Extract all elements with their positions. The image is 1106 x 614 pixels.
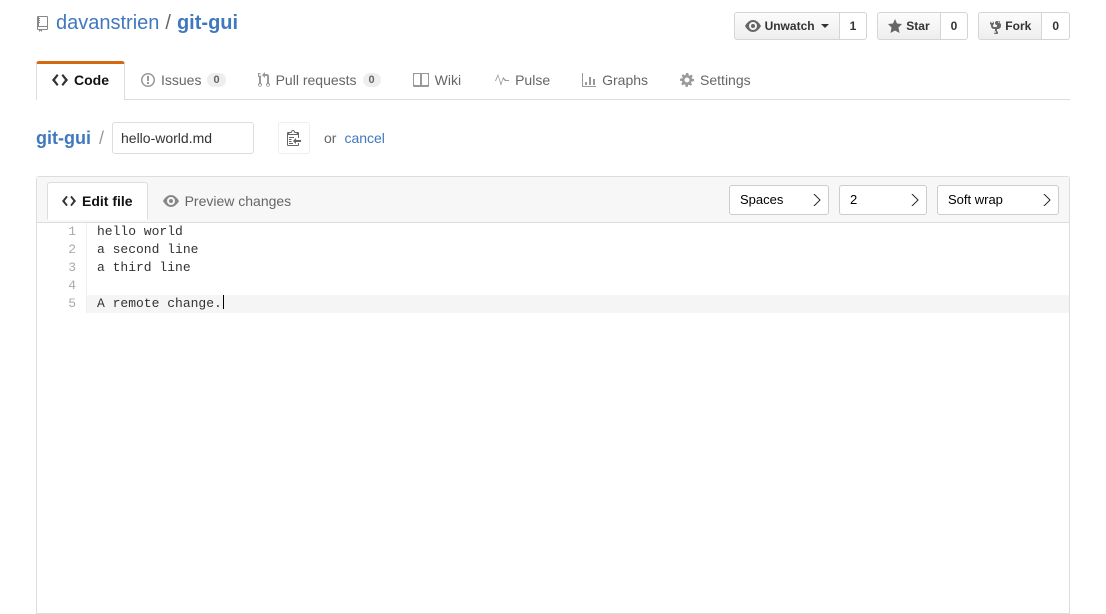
wrap-mode-select[interactable]: Soft wrap (937, 185, 1059, 215)
issues-count: 0 (207, 73, 225, 87)
code-line[interactable]: 4 (37, 277, 1069, 295)
graph-icon (582, 73, 596, 87)
clipboard-icon (287, 130, 301, 146)
code-icon (52, 74, 68, 86)
repo-link[interactable]: git-gui (177, 12, 238, 34)
code-line[interactable]: 1hello world (37, 223, 1069, 241)
fork-button[interactable]: Fork (978, 12, 1042, 40)
line-number: 5 (37, 295, 87, 313)
code-line[interactable]: 5A remote change. (37, 295, 1069, 313)
star-label: Star (906, 19, 929, 33)
or-text: or (324, 130, 336, 146)
gear-icon (680, 73, 694, 87)
repo-nav: Code Issues 0 Pull requests 0 Wiki Pulse… (36, 60, 1070, 100)
tab-code-label: Code (74, 72, 109, 88)
eye-icon (745, 20, 761, 32)
pulse-icon (493, 74, 509, 86)
line-number: 3 (37, 259, 87, 277)
tab-prs-label: Pull requests (276, 72, 357, 88)
file-path-row: git-gui / or cancel (36, 122, 1070, 154)
indent-size-select[interactable]: 2 (839, 185, 927, 215)
issue-icon (141, 73, 155, 87)
line-content[interactable]: hello world (87, 223, 1069, 241)
prs-count: 0 (363, 73, 381, 87)
caret-down-icon (821, 24, 829, 28)
unwatch-label: Unwatch (765, 19, 815, 33)
filename-input[interactable] (112, 122, 254, 154)
repo-actions: Unwatch 1 Star 0 Fork 0 (734, 12, 1070, 40)
star-icon (888, 19, 902, 33)
owner-link[interactable]: davanstrien (56, 12, 159, 35)
edit-file-label: Edit file (82, 193, 133, 209)
tab-pulse[interactable]: Pulse (477, 61, 566, 100)
tab-wiki-label: Wiki (435, 72, 461, 88)
tab-settings-label: Settings (700, 72, 751, 88)
preview-changes-label: Preview changes (185, 193, 292, 209)
edit-file-tab[interactable]: Edit file (47, 182, 148, 220)
fork-count[interactable]: 0 (1042, 12, 1070, 40)
line-number: 2 (37, 241, 87, 259)
tab-issues-label: Issues (161, 72, 201, 88)
repo-title: davanstrien / git-gui (36, 12, 238, 35)
book-icon (413, 73, 429, 87)
tab-graphs-label: Graphs (602, 72, 648, 88)
breadcrumb-root[interactable]: git-gui (36, 128, 91, 149)
code-editor[interactable]: 1hello world2a second line3a third line4… (37, 223, 1069, 613)
line-content[interactable]: A remote change. (87, 295, 1069, 313)
tab-pull-requests[interactable]: Pull requests 0 (242, 61, 397, 100)
eye-icon (163, 195, 179, 207)
pull-request-icon (258, 72, 270, 88)
tab-pulse-label: Pulse (515, 72, 550, 88)
unwatch-button[interactable]: Unwatch (734, 12, 840, 40)
editor-toolbar: Spaces 2 Soft wrap (729, 185, 1059, 215)
preview-changes-tab[interactable]: Preview changes (148, 182, 307, 220)
copy-path-button[interactable] (278, 122, 310, 154)
tab-graphs[interactable]: Graphs (566, 61, 664, 100)
code-line[interactable]: 2a second line (37, 241, 1069, 259)
line-content[interactable]: a third line (87, 259, 1069, 277)
star-button[interactable]: Star (877, 12, 940, 40)
fork-icon (989, 18, 1001, 34)
tab-issues[interactable]: Issues 0 (125, 61, 242, 100)
indent-mode-select[interactable]: Spaces (729, 185, 829, 215)
cancel-link[interactable]: cancel (344, 130, 384, 146)
repo-icon (36, 16, 52, 32)
text-cursor (223, 295, 224, 309)
repo-separator: / (165, 12, 171, 35)
line-number: 1 (37, 223, 87, 241)
tab-wiki[interactable]: Wiki (397, 61, 477, 100)
line-content[interactable]: a second line (87, 241, 1069, 259)
breadcrumb-separator: / (99, 128, 104, 149)
line-number: 4 (37, 277, 87, 295)
editor-tabs: Edit file Preview changes Spaces 2 (37, 177, 1069, 223)
fork-label: Fork (1005, 19, 1031, 33)
tab-settings[interactable]: Settings (664, 61, 767, 100)
code-line[interactable]: 3a third line (37, 259, 1069, 277)
editor-frame: Edit file Preview changes Spaces 2 (36, 176, 1070, 614)
watch-count[interactable]: 1 (840, 12, 868, 40)
star-count[interactable]: 0 (941, 12, 969, 40)
line-content[interactable] (87, 277, 1069, 295)
code-icon (62, 195, 76, 207)
tab-code[interactable]: Code (36, 61, 125, 100)
